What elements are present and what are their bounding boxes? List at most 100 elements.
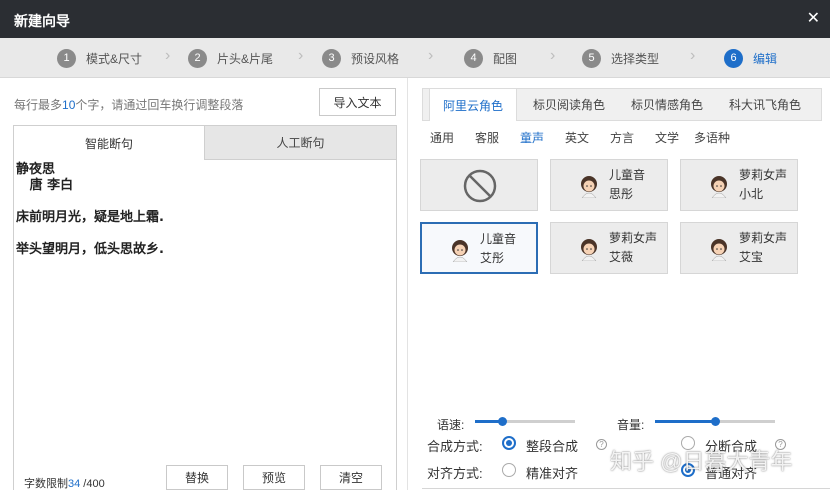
speed-label: 语速: bbox=[437, 418, 465, 432]
clear-button[interactable]: 清空 bbox=[320, 465, 382, 490]
category-literature[interactable]: 文学 bbox=[655, 129, 679, 146]
word-max: /400 bbox=[80, 478, 105, 490]
child-avatar-icon bbox=[711, 176, 727, 198]
wizard-steps: 1 模式&尺寸 › 2 片头&片尾 › 3 预设风格 › 4 配图 › 5 选择… bbox=[0, 38, 830, 78]
voice-type: 萝莉女声 bbox=[739, 168, 788, 182]
step-number: 3 bbox=[322, 48, 341, 68]
category-service[interactable]: 客服 bbox=[475, 129, 499, 146]
voice-card[interactable]: 萝莉女声 艾薇 bbox=[550, 222, 668, 274]
step-5[interactable]: 5 选择类型 bbox=[582, 48, 659, 68]
divider bbox=[407, 78, 408, 490]
text-line: 举头望明月，低头思故乡. bbox=[16, 242, 164, 257]
hint-number: 10 bbox=[62, 98, 76, 112]
chevron-right-icon: › bbox=[298, 47, 304, 64]
text-line: 床前明月光，疑是地上霜. bbox=[16, 210, 164, 225]
hint-text: 每行最多 bbox=[14, 98, 63, 112]
step-label: 配图 bbox=[493, 51, 518, 66]
synthesis-whole-radio[interactable] bbox=[502, 436, 516, 450]
voice-card-none[interactable] bbox=[420, 159, 538, 211]
child-avatar-icon bbox=[452, 240, 468, 262]
voice-title: 艾宝 bbox=[739, 250, 764, 264]
tab-smart-break[interactable]: 智能断句 bbox=[14, 126, 204, 160]
text-line: 静夜思 bbox=[16, 162, 56, 177]
voice-type: 儿童音 bbox=[609, 168, 646, 182]
step-3[interactable]: 3 预设风格 bbox=[322, 48, 399, 68]
close-icon[interactable]: ✕ bbox=[807, 8, 820, 28]
step-2[interactable]: 2 片头&片尾 bbox=[188, 48, 273, 68]
tab-biaobei-emotion[interactable]: 标贝情感角色 bbox=[621, 89, 713, 120]
title-bar: 新建向导 ✕ bbox=[0, 0, 830, 38]
voice-title: 艾彤 bbox=[480, 251, 505, 265]
text-area[interactable]: 静夜思 唐 李白 床前明月光，疑是地上霜. 举头望明月，低头思故乡. bbox=[16, 162, 164, 258]
voice-name: 萝莉女声 艾薇 bbox=[609, 229, 657, 267]
import-text-button[interactable]: 导入文本 bbox=[319, 88, 396, 116]
sentence-mode-tabs: 智能断句 人工断句 bbox=[14, 126, 396, 160]
slider-handle[interactable] bbox=[711, 417, 720, 426]
step-label: 模式&尺寸 bbox=[86, 51, 143, 66]
child-avatar-icon bbox=[581, 239, 597, 261]
voice-card[interactable]: 萝莉女声 艾宝 bbox=[680, 222, 798, 274]
replace-button[interactable]: 替换 bbox=[166, 465, 228, 490]
slider-fill bbox=[655, 420, 715, 423]
step-1[interactable]: 1 模式&尺寸 bbox=[57, 48, 142, 68]
word-count-value: 34 bbox=[68, 478, 81, 490]
chevron-right-icon: › bbox=[690, 47, 696, 64]
voice-card[interactable]: 萝莉女声 小北 bbox=[680, 159, 798, 211]
no-voice-icon bbox=[463, 169, 497, 203]
volume-slider[interactable] bbox=[655, 417, 775, 426]
step-number: 6 bbox=[724, 48, 743, 68]
slider-handle[interactable] bbox=[498, 417, 507, 426]
volume-label: 音量: bbox=[617, 418, 645, 432]
preview-button[interactable]: 预览 bbox=[243, 465, 305, 490]
step-6[interactable]: 6 编辑 bbox=[724, 48, 777, 68]
word-count: 字数限制34 /400 bbox=[24, 475, 105, 490]
voice-name: 儿童音 艾彤 bbox=[480, 230, 516, 268]
synthesis-whole-label: 整段合成 bbox=[526, 439, 579, 454]
speed-slider[interactable] bbox=[475, 417, 575, 426]
category-english[interactable]: 英文 bbox=[565, 129, 589, 146]
category-multilingual[interactable]: 多语种 bbox=[694, 129, 730, 146]
text-line: 唐 李白 bbox=[16, 178, 74, 193]
step-label: 片头&片尾 bbox=[217, 51, 274, 66]
category-child[interactable]: 童声 bbox=[520, 129, 544, 146]
voice-type: 萝莉女声 bbox=[609, 231, 658, 245]
voice-card[interactable]: 儿童音 思彤 bbox=[550, 159, 668, 211]
voice-card-selected[interactable]: 儿童音 艾彤 bbox=[420, 222, 538, 274]
chevron-right-icon: › bbox=[165, 47, 171, 64]
child-avatar-icon bbox=[711, 239, 727, 261]
voice-name: 儿童音 思彤 bbox=[609, 166, 645, 204]
divider bbox=[422, 488, 830, 489]
voice-title: 艾薇 bbox=[609, 250, 634, 264]
voice-type: 萝莉女声 bbox=[739, 231, 788, 245]
chevron-right-icon: › bbox=[428, 47, 434, 64]
step-4[interactable]: 4 配图 bbox=[464, 48, 517, 68]
window-title: 新建向导 bbox=[14, 13, 70, 29]
voice-type: 儿童音 bbox=[480, 232, 517, 246]
step-number: 2 bbox=[188, 48, 207, 68]
voice-name: 萝莉女声 艾宝 bbox=[739, 229, 787, 267]
synthesis-label: 合成方式: bbox=[427, 439, 483, 454]
step-number: 5 bbox=[582, 48, 601, 68]
hint-text: 个字，请通过回车换行调整段落 bbox=[75, 98, 244, 112]
child-avatar-icon bbox=[581, 176, 597, 198]
tab-manual-break[interactable]: 人工断句 bbox=[204, 126, 396, 160]
step-number: 1 bbox=[57, 48, 76, 68]
voice-name: 萝莉女声 小北 bbox=[739, 166, 787, 204]
help-icon[interactable]: ? bbox=[596, 439, 607, 450]
step-label: 选择类型 bbox=[611, 51, 660, 66]
align-precise-radio[interactable] bbox=[502, 463, 516, 477]
category-general[interactable]: 通用 bbox=[430, 129, 454, 146]
line-length-hint: 每行最多10个字，请通过回车换行调整段落 bbox=[14, 96, 243, 113]
step-label: 预设风格 bbox=[351, 51, 400, 66]
tab-iflytek-voices[interactable]: 科大讯飞角色 bbox=[719, 89, 811, 120]
text-editor: 智能断句 人工断句 静夜思 唐 李白 床前明月光，疑是地上霜. 举头望明月，低头… bbox=[13, 125, 397, 490]
chevron-right-icon: › bbox=[550, 47, 556, 64]
voice-title: 思彤 bbox=[609, 187, 634, 201]
step-label: 编辑 bbox=[753, 51, 778, 66]
word-limit-label: 字数限制 bbox=[24, 478, 68, 490]
step-number: 4 bbox=[464, 48, 483, 68]
category-dialect[interactable]: 方言 bbox=[610, 129, 634, 146]
tab-biaobei-reading[interactable]: 标贝阅读角色 bbox=[523, 89, 615, 120]
tab-aliyun-voices[interactable]: 阿里云角色 bbox=[429, 88, 517, 121]
watermark: 知乎 @日暮大青年 bbox=[610, 449, 793, 474]
